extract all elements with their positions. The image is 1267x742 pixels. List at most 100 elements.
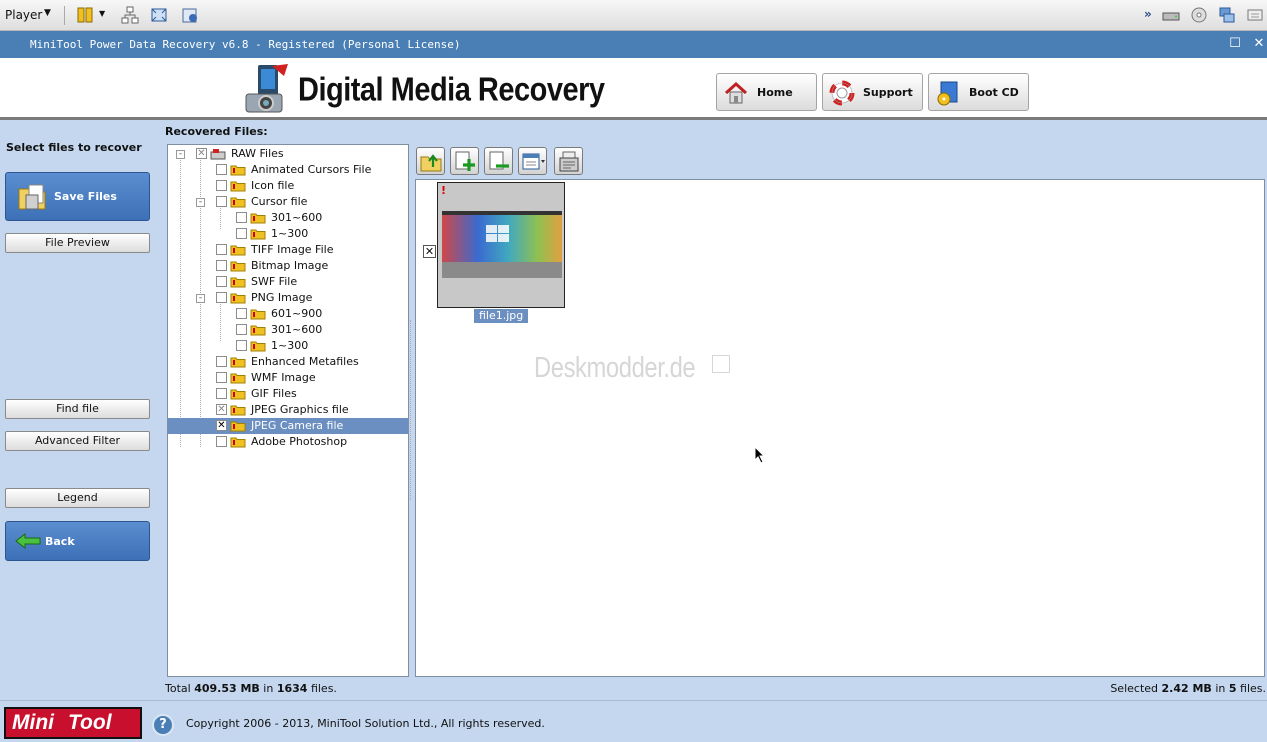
tree-checkbox[interactable] [216, 180, 227, 191]
mouse-cursor-icon [754, 446, 766, 464]
app-header: Digital Media Recovery Home Support Boot… [0, 58, 1267, 120]
tree-item-label: SWF File [251, 275, 298, 288]
tree-checkbox[interactable] [236, 228, 247, 239]
tree-checkbox[interactable] [216, 292, 227, 303]
home-button[interactable]: Home [716, 73, 817, 111]
tree-checkbox[interactable] [216, 196, 227, 207]
tree-checkbox[interactable] [236, 308, 247, 319]
tree-checkbox[interactable] [216, 164, 227, 175]
warning-mark: ! [441, 184, 447, 197]
raw-drive-icon [210, 149, 226, 160]
tree-checkbox[interactable] [236, 324, 247, 335]
tree-item[interactable]: ✕ JPEG Graphics file [168, 402, 408, 418]
tree-item[interactable]: 301~600 [168, 210, 408, 226]
usb-icon[interactable] [1246, 6, 1264, 24]
close-icon[interactable]: ✕ [1252, 37, 1266, 51]
double-chevron-icon[interactable]: » [1144, 7, 1152, 21]
total-status: Total 409.53 MB in 1634 files. [165, 682, 337, 695]
file-name-label[interactable]: file1.jpg [474, 309, 529, 323]
tree-item[interactable]: 601~900 [168, 306, 408, 322]
fullscreen-icon[interactable] [150, 6, 168, 24]
tree-item[interactable]: Icon file [168, 178, 408, 194]
tree-item[interactable]: - PNG Image [168, 290, 408, 306]
file-preview-button[interactable]: File Preview [5, 233, 150, 253]
drive-icon[interactable] [1162, 6, 1180, 24]
tree-checkbox[interactable]: ✕ [196, 148, 207, 159]
edit-icon [712, 355, 730, 373]
tree-item-label: 1~300 [271, 227, 309, 240]
folder-warning-icon [230, 405, 246, 416]
tree-checkbox[interactable] [216, 260, 227, 271]
add-file-button[interactable] [450, 147, 479, 175]
find-file-button[interactable]: Find file [5, 399, 150, 419]
tree-item[interactable]: 301~600 [168, 322, 408, 338]
tree-item-label: TIFF Image File [251, 243, 334, 256]
minitool-logo: Mini Tool [4, 707, 142, 739]
tree-item[interactable]: 1~300 [168, 338, 408, 354]
tree-expander[interactable]: - [176, 150, 185, 159]
lifebuoy-icon [829, 80, 855, 106]
tree-checkbox[interactable]: ✕ [216, 404, 227, 415]
boot-cd-button[interactable]: Boot CD [928, 73, 1029, 111]
boot-cd-button-label: Boot CD [969, 86, 1019, 99]
tree-expander[interactable]: - [196, 198, 205, 207]
tree-checkbox[interactable] [216, 388, 227, 399]
file-properties-button[interactable] [554, 147, 583, 175]
folder-warning-icon [230, 261, 246, 272]
panel-splitter[interactable] [410, 320, 414, 500]
tree-item[interactable]: 1~300 [168, 226, 408, 242]
chevron-down-icon[interactable]: ▼ [44, 8, 51, 18]
tree-checkbox[interactable] [216, 244, 227, 255]
file-preview-area[interactable]: ✕ ! file1.jpg Deskmodder.de [415, 179, 1265, 677]
tree-item[interactable]: SWF File [168, 274, 408, 290]
up-folder-button[interactable] [416, 147, 445, 175]
tree-checkbox[interactable]: ✕ [216, 420, 227, 431]
tree-item[interactable]: TIFF Image File [168, 242, 408, 258]
chevron-down-icon[interactable]: ▼ [99, 9, 105, 18]
tree-checkbox[interactable] [216, 372, 227, 383]
file-thumbnail[interactable]: ! [437, 182, 565, 308]
tree-checkbox[interactable] [216, 436, 227, 447]
tree-item-label: Cursor file [251, 195, 308, 208]
file-type-tree[interactable]: - ✕ RAW Files Animated Cursors File Icon… [167, 144, 409, 677]
maximize-icon[interactable]: ☐ [1228, 37, 1242, 51]
view-mode-button[interactable] [518, 147, 547, 175]
cd-icon[interactable] [1190, 6, 1208, 24]
back-label: Back [45, 535, 75, 548]
network-adapter-icon[interactable] [1218, 6, 1236, 24]
tree-item[interactable]: - ✕ RAW Files [168, 146, 408, 162]
file-checkbox[interactable]: ✕ [423, 245, 436, 258]
network-icon[interactable] [121, 6, 139, 24]
window-title-bar: MiniTool Power Data Recovery v6.8 - Regi… [0, 31, 1267, 58]
file-toolbar [415, 144, 1265, 177]
save-folder-icon [18, 184, 46, 210]
tree-item[interactable]: ✕ JPEG Camera file [168, 418, 408, 434]
tree-checkbox[interactable] [236, 212, 247, 223]
help-icon[interactable]: ? [152, 714, 174, 736]
player-toolbar: Player ▼ ▼ » [0, 0, 1267, 31]
tree-item[interactable]: Adobe Photoshop [168, 434, 408, 450]
legend-button[interactable]: Legend [5, 488, 150, 508]
pause-icon[interactable] [76, 6, 94, 24]
folder-warning-icon [250, 213, 266, 224]
tree-item[interactable]: - Cursor file [168, 194, 408, 210]
tree-checkbox[interactable] [236, 340, 247, 351]
tree-item[interactable]: Bitmap Image [168, 258, 408, 274]
save-files-button[interactable]: Save Files [5, 172, 150, 221]
tree-checkbox[interactable] [216, 356, 227, 367]
tree-checkbox[interactable] [216, 276, 227, 287]
tree-item[interactable]: GIF Files [168, 386, 408, 402]
tree-item-label: 601~900 [271, 307, 323, 320]
tree-item[interactable]: Enhanced Metafiles [168, 354, 408, 370]
home-icon [724, 81, 748, 104]
tree-item[interactable]: Animated Cursors File [168, 162, 408, 178]
folder-warning-icon [250, 325, 266, 336]
back-button[interactable]: Back [5, 521, 150, 561]
remove-file-button[interactable] [484, 147, 513, 175]
support-button[interactable]: Support [822, 73, 923, 111]
player-menu-label[interactable]: Player [5, 8, 42, 22]
tree-expander[interactable]: - [196, 294, 205, 303]
tree-item[interactable]: WMF Image [168, 370, 408, 386]
vm-info-icon[interactable] [181, 6, 199, 24]
advanced-filter-button[interactable]: Advanced Filter [5, 431, 150, 451]
